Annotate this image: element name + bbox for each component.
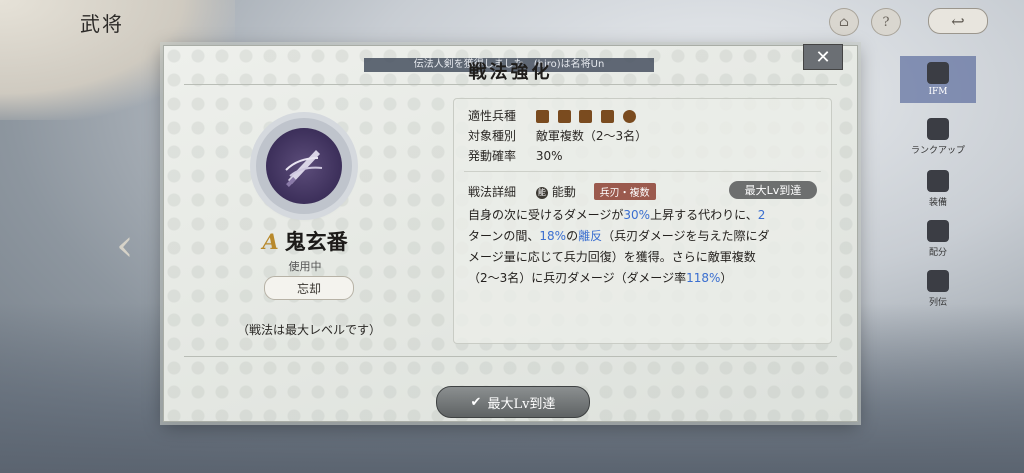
skill-rank: A bbox=[262, 229, 279, 254]
prev-arrow-icon[interactable]: ‹ bbox=[116, 220, 134, 271]
max-level-button[interactable]: ✔ 最大Lv到達 bbox=[436, 386, 590, 418]
skill-enhance-dialog: 伝法人剣を獲得しました (hiro)は名将Un 戦法強化 ✕ A 鬼玄番 使用中 … bbox=[163, 44, 858, 422]
back-arrow-icon: ↩ bbox=[951, 11, 965, 31]
help-icon[interactable]: ? bbox=[871, 8, 901, 36]
hexagon-icon bbox=[927, 220, 949, 242]
defection-link[interactable]: 離反 bbox=[578, 229, 602, 243]
info-divider bbox=[464, 171, 821, 172]
helmet-icon bbox=[927, 62, 949, 84]
eye-icon bbox=[927, 118, 949, 140]
home-icon[interactable]: ⌂ bbox=[829, 8, 859, 36]
side-menu-item-rankup[interactable]: ランクアップ bbox=[900, 118, 976, 156]
header-divider bbox=[184, 84, 837, 85]
spear-icon bbox=[601, 110, 615, 123]
active-type-label: 能動 bbox=[551, 185, 576, 199]
troop-row: 適性兵種 bbox=[468, 107, 641, 124]
skill-info-panel: 適性兵種 対象種別 敵軍複数（2〜3名） 発動確率 30% 戦法詳細 能能動 兵… bbox=[453, 98, 832, 344]
dialog-title: 戦法強化 bbox=[468, 62, 553, 83]
side-menu-item-equip[interactable]: 装備 bbox=[900, 170, 976, 208]
max-level-note: （戦法は最大レベルです） bbox=[236, 323, 381, 337]
skill-status: 使用中 bbox=[288, 260, 322, 273]
detail-label: 戦法詳細 bbox=[468, 185, 517, 199]
side-menu-item-biography[interactable]: 列伝 bbox=[900, 270, 976, 308]
rate-value: 30% bbox=[535, 149, 563, 163]
scroll-icon bbox=[927, 270, 949, 292]
target-label: 対象種別 bbox=[468, 129, 517, 143]
skill-emblem bbox=[256, 118, 352, 214]
skill-name-text: 鬼玄番 bbox=[284, 229, 348, 254]
screen-title: 武将 bbox=[80, 12, 124, 36]
max-level-badge: 最大Lv到達 bbox=[729, 181, 817, 199]
max-level-button-label: 最大Lv到達 bbox=[487, 396, 556, 412]
sword-slash-icon bbox=[285, 150, 323, 187]
back-button[interactable]: ↩ bbox=[928, 8, 988, 34]
skill-name: A 鬼玄番 bbox=[230, 226, 380, 256]
rate-row: 発動確率 30% bbox=[468, 147, 563, 164]
side-menu-item-distribute[interactable]: 配分 bbox=[900, 220, 976, 258]
forget-button[interactable]: 忘却 bbox=[264, 276, 354, 300]
damage-type-tag: 兵刃・複数 bbox=[593, 183, 656, 200]
cavalry-icon bbox=[535, 110, 549, 123]
check-icon: ✔ bbox=[470, 394, 482, 410]
close-button[interactable]: ✕ bbox=[803, 44, 843, 70]
target-row: 対象種別 敵軍複数（2〜3名） bbox=[468, 127, 647, 144]
bow-icon bbox=[557, 110, 571, 123]
troop-label: 適性兵種 bbox=[468, 109, 517, 123]
armor-icon bbox=[927, 170, 949, 192]
active-type-icon: 能 bbox=[535, 186, 548, 199]
rate-label: 発動確率 bbox=[468, 149, 517, 163]
side-menu-item-1[interactable]: IFM bbox=[900, 56, 976, 103]
detail-row: 戦法詳細 能能動 兵刃・複数 bbox=[468, 183, 656, 200]
footer-divider bbox=[184, 356, 837, 357]
target-value: 敵軍複数（2〜3名） bbox=[535, 129, 648, 143]
ship-wheel-icon bbox=[623, 110, 637, 123]
skill-description: 自身の次に受けるダメージが30%上昇する代わりに、2 ターンの間、18%の離反（… bbox=[468, 208, 770, 285]
gun-icon bbox=[579, 110, 593, 123]
